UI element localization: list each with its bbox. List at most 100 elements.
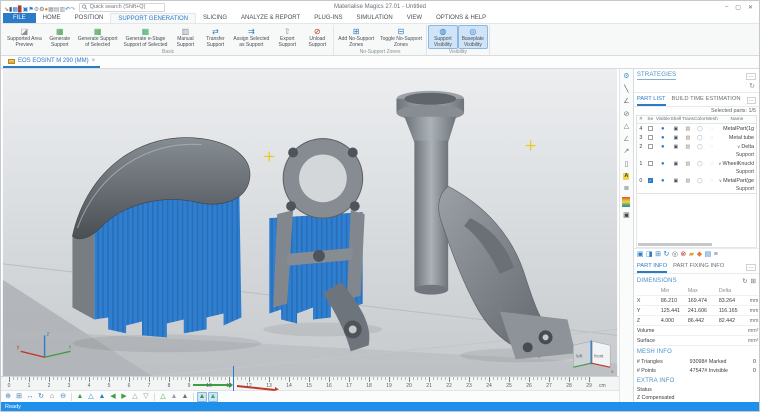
expand-caret-icon[interactable]: ∨ xyxy=(737,144,740,150)
mark-triangle-icon[interactable]: △ xyxy=(158,392,168,402)
support-child-row[interactable]: Support xyxy=(637,151,756,159)
folder-icon[interactable]: ▰ xyxy=(689,251,694,258)
zoom-window-icon[interactable]: ⊞ xyxy=(14,392,24,402)
part-mesh-cell[interactable]: ◌ xyxy=(706,124,718,133)
tab-analyze-report[interactable]: ANALYZE & REPORT xyxy=(234,13,307,23)
part-name-cell[interactable]: ∨WheelKnuckl xyxy=(718,159,756,168)
part-visible-cell[interactable]: ● xyxy=(656,176,670,185)
inspect-part-icon[interactable]: ◎ xyxy=(672,251,678,258)
angle-tool-icon[interactable]: ∠ xyxy=(623,136,629,144)
select-checkbox[interactable] xyxy=(648,144,653,149)
part-visible-cell[interactable]: ● xyxy=(656,159,670,168)
part-color-cell[interactable]: ◯ xyxy=(694,159,706,168)
expand-caret-icon[interactable]: ∨ xyxy=(718,161,721,167)
part-name-cell[interactable]: Metal tube xyxy=(718,133,756,142)
viewport-3d-scene[interactable]: z x y left front x xyxy=(1,69,619,376)
scene-tab[interactable]: EOS EOSINT M 290 (MM) × xyxy=(3,56,100,68)
merge-parts-icon[interactable]: ◆ xyxy=(697,251,702,258)
manual-support-button[interactable]: ▥Manual Support xyxy=(170,25,200,49)
tab-part-list[interactable]: PART LIST xyxy=(637,95,666,106)
note-page-icon[interactable]: ▯ xyxy=(624,161,628,169)
select-checkbox[interactable] xyxy=(648,161,653,166)
strategies-menu-button[interactable]: … xyxy=(746,73,756,80)
duplicate-part-icon[interactable]: ⊞ xyxy=(655,251,661,258)
part-trans-cell[interactable]: ▨ xyxy=(682,124,694,133)
part-list-scrollbar[interactable] xyxy=(638,243,712,246)
view-bottom-icon[interactable]: ▽ xyxy=(141,392,151,402)
tab-plug-ins[interactable]: PLUG-INS xyxy=(307,13,349,23)
support-preview-icon[interactable]: ▲ xyxy=(197,392,207,402)
tab-support-generation[interactable]: SUPPORT GENERATION xyxy=(110,13,196,23)
measure-tool-icon[interactable]: ╲ xyxy=(624,86,628,94)
part-select-cell[interactable] xyxy=(645,124,656,133)
view-left-icon[interactable]: ◀ xyxy=(108,392,118,402)
support-visibility-button[interactable]: ◍Support Visibility xyxy=(428,25,458,49)
tab-part-info[interactable]: PART INFO xyxy=(637,262,667,273)
part-trans-cell[interactable]: ▨ xyxy=(682,133,694,142)
tab-part-fixing-info[interactable]: PART FIXING INFO xyxy=(673,262,724,273)
baseplate-visibility-button[interactable]: ◎Baseplate Visibility xyxy=(458,25,488,49)
select-checkbox[interactable]: ✓ xyxy=(648,178,653,183)
reload-part-icon[interactable]: ↻ xyxy=(663,251,669,258)
rotate-view-icon[interactable]: ↻ xyxy=(36,392,46,402)
tab-build-time-estimation[interactable]: BUILD TIME ESTIMATION xyxy=(672,95,741,106)
view-back-icon[interactable]: ▲ xyxy=(97,392,107,402)
copy-part-icon[interactable]: ▤ xyxy=(705,251,712,258)
transfer-support-button[interactable]: ⇄Transfer Support xyxy=(200,25,230,49)
part-name-cell[interactable]: ∨Delta xyxy=(718,142,756,151)
tab-options-help[interactable]: OPTIONS & HELP xyxy=(429,13,493,23)
list-icon[interactable]: ≣ xyxy=(623,185,629,193)
select-checkbox[interactable] xyxy=(648,126,653,131)
triangle-tool-icon[interactable]: △ xyxy=(624,123,629,131)
expand-caret-icon[interactable]: ∨ xyxy=(719,178,722,184)
support-edit-icon[interactable]: ▲ xyxy=(208,392,218,402)
part-name-cell[interactable]: MetalPart(1g xyxy=(718,124,756,133)
copy-dimensions-icon[interactable]: ⊞ xyxy=(751,277,756,285)
part-visible-cell[interactable]: ● xyxy=(656,133,670,142)
quick-search[interactable] xyxy=(79,3,165,12)
arrow-annotation-icon[interactable]: ↗ xyxy=(623,148,629,156)
view-right-icon[interactable]: ▶ xyxy=(119,392,129,402)
part-select-cell[interactable] xyxy=(645,133,656,142)
tab-view[interactable]: VIEW xyxy=(400,13,429,23)
part-select-cell[interactable] xyxy=(645,142,656,151)
supported-area-preview-button[interactable]: ◪Supported Area Preview xyxy=(4,25,45,49)
delete-part-icon[interactable]: ⊗ xyxy=(680,251,686,258)
part-visible-cell[interactable]: ● xyxy=(656,142,670,151)
part-mesh-cell[interactable]: ◌ xyxy=(706,142,718,151)
part-info-menu-button[interactable]: … xyxy=(746,264,756,271)
part-shell-cell[interactable]: ▣ xyxy=(670,124,682,133)
part-select-cell[interactable] xyxy=(645,159,656,168)
part-mesh-cell[interactable]: ◌ xyxy=(706,133,718,142)
part-visible-cell[interactable]: ● xyxy=(656,124,670,133)
part-color-cell[interactable]: ◯ xyxy=(694,142,706,151)
part-trans-cell[interactable]: ▨ xyxy=(682,176,694,185)
color-scale-icon[interactable] xyxy=(622,197,630,207)
generate-e-stage-support-of-selected-button[interactable]: ▦Generate e-Stage Support of Selected xyxy=(121,25,171,49)
pan-icon[interactable]: ↔ xyxy=(25,392,35,402)
view-top-icon[interactable]: △ xyxy=(130,392,140,402)
toggle-no-support-zones-button[interactable]: ⊟Toggle No-Support Zones xyxy=(377,25,425,49)
select-checkbox[interactable] xyxy=(648,135,653,140)
add-part-icon[interactable]: ▣ xyxy=(637,251,644,258)
view-iso-icon[interactable]: ▲ xyxy=(75,392,85,402)
add-no-support-zones-button[interactable]: ⊞Add No-Support Zones xyxy=(335,25,377,49)
part-shell-cell[interactable]: ▣ xyxy=(670,142,682,151)
part-list-table[interactable]: #SeVisibleShellTransColorMeshName4●▣▨◯◌M… xyxy=(636,115,757,194)
maximize-icon[interactable]: ▢ xyxy=(735,4,741,11)
part-trans-cell[interactable]: ▨ xyxy=(682,159,694,168)
generate-support-of-selected-button[interactable]: ▦Generate Support of Selected xyxy=(75,25,121,49)
redo-icon[interactable]: ↷ xyxy=(70,7,75,13)
scene-tab-close-icon[interactable]: × xyxy=(92,58,96,64)
refresh-dimensions-icon[interactable]: ↻ xyxy=(742,277,747,285)
minimize-icon[interactable]: – xyxy=(725,4,728,11)
dimension-tool-icon[interactable]: ∠ xyxy=(623,98,629,106)
part-color-cell[interactable]: ◯ xyxy=(694,176,706,185)
part-trans-cell[interactable]: ▨ xyxy=(682,142,694,151)
mark-plane-icon[interactable]: ▲ xyxy=(169,392,179,402)
support-child-row[interactable]: Support xyxy=(637,185,756,193)
zoom-icon[interactable]: ⊕ xyxy=(3,392,13,402)
settings-gear-icon[interactable]: ⚙ xyxy=(623,73,629,81)
close-icon[interactable]: ✕ xyxy=(748,4,753,11)
tab-simulation[interactable]: SIMULATION xyxy=(350,13,400,23)
